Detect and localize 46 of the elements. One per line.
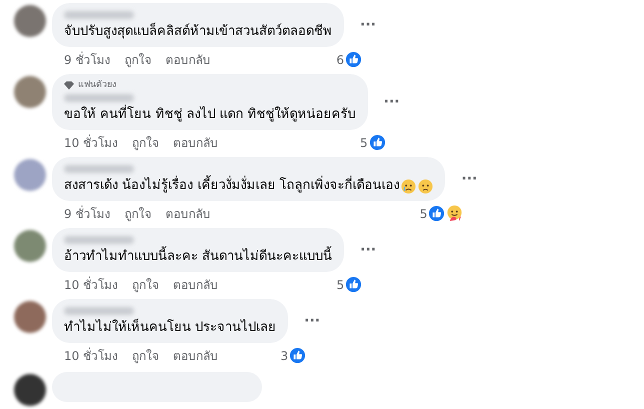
like-link[interactable]: ถูกใจ <box>124 206 152 222</box>
blurred-name <box>64 165 134 173</box>
reply-link[interactable]: ตอบกลับ <box>173 276 218 292</box>
more-options-button[interactable]: ··· <box>356 242 380 258</box>
like-link[interactable]: ถูกใจ <box>132 348 160 364</box>
blurred-name <box>64 307 134 315</box>
comment-text: จับปรับสูงสุดแบล็คลิสต์ห้ามเข้าสวนสัตว์ตลอดชีพ <box>64 23 332 41</box>
reaction-count[interactable]: 5 <box>420 206 428 222</box>
comment-time[interactable]: 10 ชั่วโมง <box>64 276 118 292</box>
hugging-face-icon <box>446 205 464 222</box>
more-options-button[interactable]: ··· <box>356 17 380 33</box>
like-link[interactable]: ถูกใจ <box>132 134 160 150</box>
diamond-icon <box>64 80 74 90</box>
reply-link[interactable]: ตอบกลับ <box>165 52 210 68</box>
reply-link[interactable]: ตอบกลับ <box>173 348 218 364</box>
badge-label: แฟนตัวยง <box>78 79 116 91</box>
reply-link[interactable]: ตอบกลับ <box>165 206 210 222</box>
reaction-count[interactable]: 5 <box>360 134 368 150</box>
blurred-name <box>64 236 134 244</box>
comment-time[interactable]: 10 ชั่วโมง <box>64 348 118 364</box>
comment-text: อ้าวทำไมทำแบบนี้ละคะ สันดานไม่ดีนะคะแบบนี้ <box>64 248 332 266</box>
more-options-button[interactable]: ··· <box>300 313 324 329</box>
more-options-button[interactable]: ··· <box>380 94 404 110</box>
more-options-button[interactable]: ··· <box>457 171 482 187</box>
reaction-count[interactable]: 5 <box>336 276 344 292</box>
thumbs-up-icon <box>428 205 446 222</box>
avatar[interactable] <box>14 374 46 406</box>
comment-time[interactable]: 10 ชั่วโมง <box>64 134 118 150</box>
reply-link[interactable]: ตอบกลับ <box>173 134 218 150</box>
comment-text: ขอให้ คนที่โยน ทิชชู่ ลงไป แดก ทิชชู่ให้ดูหน่อยครับ <box>64 106 356 124</box>
blurred-name <box>64 11 134 19</box>
comment-text: สงสารเด้ง น้องไม่รู้เรื่อง เคี้ยวงั่มงั่มเลย โถลูกเพิ่งจะกี่เดือนเอง <box>64 177 400 195</box>
blurred-name <box>64 94 134 102</box>
reaction-count[interactable]: 6 <box>336 52 344 68</box>
thumbs-up-icon <box>345 276 362 293</box>
sad-face-icon <box>418 178 434 194</box>
comment-time[interactable]: 9 ชั่วโมง <box>64 206 110 222</box>
like-link[interactable]: ถูกใจ <box>124 52 152 68</box>
comment-text: ทำไมไม่ให้เห็นคนโยน ประจานไปเลย <box>64 319 276 337</box>
thumbs-up-icon <box>344 51 362 68</box>
reaction-count[interactable]: 3 <box>280 348 288 364</box>
crying-face-icon <box>401 178 416 194</box>
thumbs-up-icon <box>289 347 306 364</box>
comment-time[interactable]: 9 ชั่วโมง <box>64 52 110 68</box>
thumbs-up-icon <box>368 134 386 151</box>
like-link[interactable]: ถูกใจ <box>132 276 160 292</box>
